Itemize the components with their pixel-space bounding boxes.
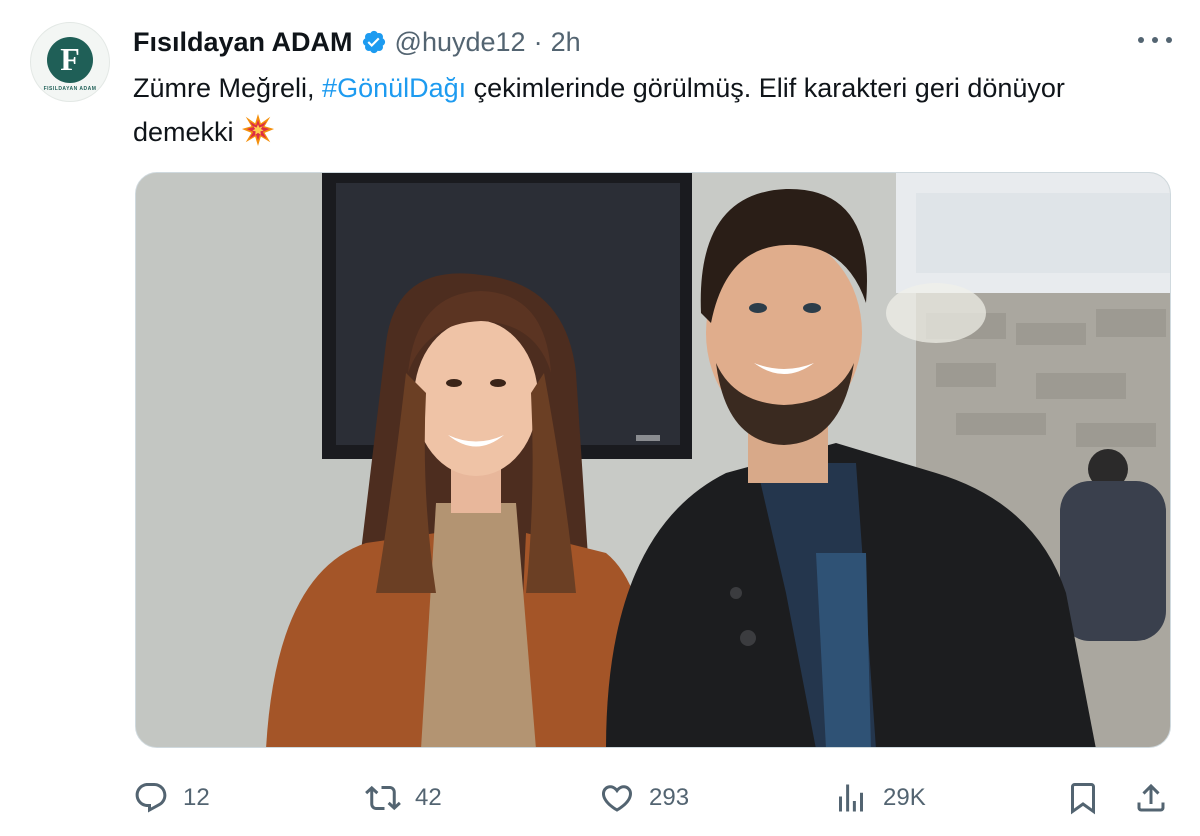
hashtag-link[interactable]: #GönülDağı [322,73,466,103]
like-count: 293 [649,784,690,811]
author-handle[interactable]: @huyde12 [395,27,526,58]
bookmark-button[interactable] [1065,776,1101,820]
avatar[interactable]: F FISILDAYAN ADAM [30,22,110,102]
photo-illustration [136,173,1170,747]
reply-count: 12 [183,784,210,811]
avatar-letter: F [47,36,93,83]
share-icon [1137,783,1165,812]
tweet[interactable]: F FISILDAYAN ADAM Fısıldayan ADAM @huyde… [0,0,1200,836]
tweet-header: Fısıldayan ADAM @huyde12 · 2h [133,24,581,60]
heart-icon [601,785,633,812]
views-icon [839,784,863,812]
retweet-count: 42 [415,784,442,811]
action-bar: 12 42 293 29K [133,776,1173,820]
author-name[interactable]: Fısıldayan ADAM [133,27,353,58]
avatar-brand: FISILDAYAN ADAM [43,85,97,92]
retweet-button[interactable]: 42 [365,776,442,820]
reply-button[interactable]: 12 [133,776,210,820]
views-button[interactable]: 29K [833,776,926,820]
like-button[interactable]: 293 [599,776,689,820]
tweet-text: Zümre Meğreli, #GönülDağı çekimlerinde g… [133,66,1143,154]
tweet-time[interactable]: 2h [551,27,581,58]
bookmark-icon [1071,783,1095,815]
collision-emoji-icon [241,113,275,147]
verified-badge-icon [361,29,387,55]
views-count: 29K [883,784,926,811]
retweet-icon [365,785,401,811]
more-icon[interactable] [1138,30,1172,50]
tweet-photo[interactable] [135,172,1171,748]
share-button[interactable] [1133,776,1169,820]
reply-icon [135,783,167,813]
tweet-text-before: Zümre Meğreli, [133,73,323,103]
separator-dot: · [533,26,543,57]
